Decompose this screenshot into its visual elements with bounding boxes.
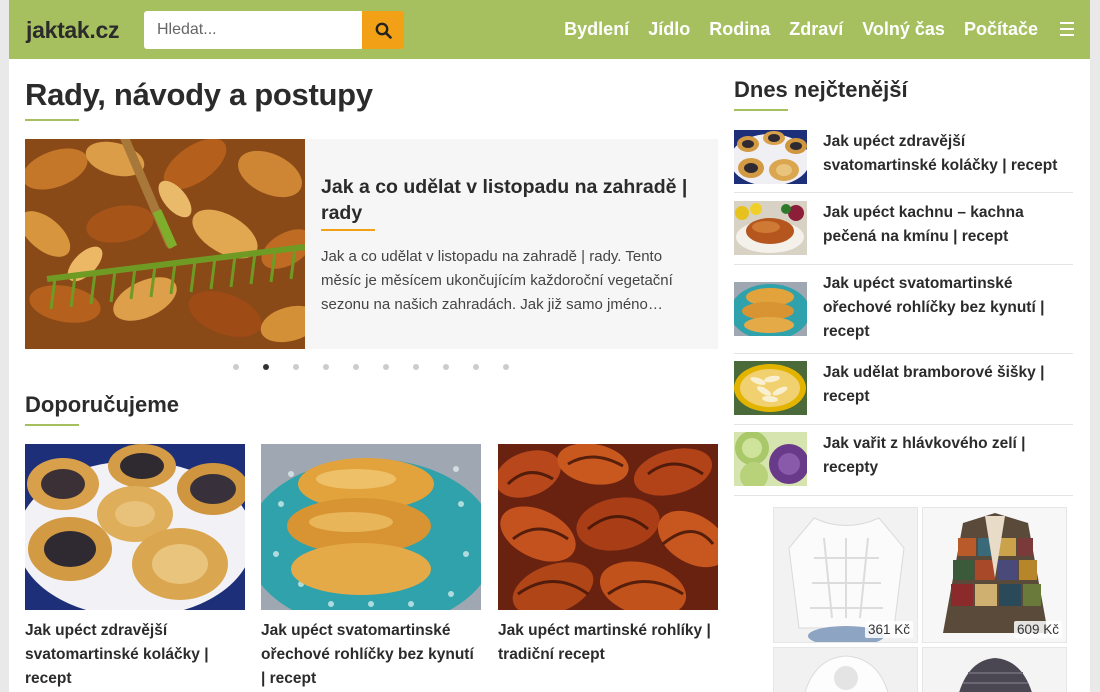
card-image[interactable] bbox=[498, 444, 718, 610]
sidebar-article-title[interactable]: Jak upéct svatomartinské ořechové rohlíč… bbox=[823, 272, 1068, 344]
sidebar-thumbnail[interactable] bbox=[734, 432, 807, 486]
ad-price: 361 Kč bbox=[864, 621, 913, 638]
sidebar-article[interactable]: Jak upéct kachnu – kachna pečená na kmín… bbox=[734, 201, 1073, 265]
main-nav: Bydlení Jídlo Rodina Zdraví Volný čas Po… bbox=[564, 0, 1038, 59]
top-bar: jaktak.cz Bydlení Jídlo Rodina Zdraví Vo… bbox=[9, 0, 1090, 59]
recommended-card[interactable]: Jak upéct zdravější svatomartinské koláč… bbox=[25, 444, 245, 691]
search-icon bbox=[375, 22, 392, 39]
nav-item-zdravi[interactable]: Zdraví bbox=[789, 19, 843, 40]
slider-dot[interactable] bbox=[503, 364, 509, 370]
site-logo[interactable]: jaktak.cz bbox=[26, 17, 120, 44]
nav-item-bydleni[interactable]: Bydlení bbox=[564, 19, 629, 40]
sidebar-article[interactable]: Jak udělat bramborové šišky | recept bbox=[734, 361, 1073, 425]
page-title: Rady, návody a postupy bbox=[25, 77, 373, 112]
sidebar-article-title[interactable]: Jak upéct zdravější svatomartinské koláč… bbox=[823, 130, 1068, 178]
sidebar-thumbnail[interactable] bbox=[734, 130, 807, 184]
slider-dot[interactable] bbox=[323, 364, 329, 370]
title-underline bbox=[25, 119, 79, 121]
slider-dot[interactable] bbox=[413, 364, 419, 370]
nav-item-rodina[interactable]: Rodina bbox=[709, 19, 770, 40]
slider-dot[interactable] bbox=[443, 364, 449, 370]
slider-dot[interactable] bbox=[473, 364, 479, 370]
hamburger-menu-icon[interactable] bbox=[1060, 22, 1074, 36]
card-image[interactable] bbox=[25, 444, 245, 610]
search-button[interactable] bbox=[362, 11, 404, 49]
sidebar-article-title[interactable]: Jak udělat bramborové šišky | recept bbox=[823, 361, 1068, 409]
sidebar-thumbnail[interactable] bbox=[734, 201, 807, 255]
recommended-card[interactable]: Jak upéct martinské rohlíky | tradiční r… bbox=[498, 444, 718, 667]
featured-excerpt: Jak a co udělat v listopadu na zahradě |… bbox=[321, 248, 673, 313]
sidebar-heading: Dnes nejčtenější bbox=[734, 77, 908, 102]
slider-dot[interactable] bbox=[353, 364, 359, 370]
card-title[interactable]: Jak upéct zdravější svatomartinské koláč… bbox=[25, 619, 245, 691]
sidebar-thumbnail[interactable] bbox=[734, 282, 807, 336]
ad-product[interactable] bbox=[922, 647, 1067, 692]
slider-dot[interactable] bbox=[293, 364, 299, 370]
recommended-card[interactable]: Jak upéct svatomartinské ořechové rohlíč… bbox=[261, 444, 481, 691]
sidebar-thumbnail[interactable] bbox=[734, 361, 807, 415]
recommended-underline bbox=[25, 424, 79, 426]
sidebar-article-title[interactable]: Jak vařit z hlávkového zelí | recepty bbox=[823, 432, 1068, 480]
nav-item-pocitace[interactable]: Počítače bbox=[964, 19, 1038, 40]
recommended-heading: Doporučujeme bbox=[25, 392, 180, 417]
card-image[interactable] bbox=[261, 444, 481, 610]
search-input[interactable] bbox=[144, 11, 362, 49]
sidebar-article-title[interactable]: Jak upéct kachnu – kachna pečená na kmín… bbox=[823, 201, 1068, 249]
nav-item-volny-cas[interactable]: Volný čas bbox=[862, 19, 945, 40]
sidebar-heading-underline bbox=[734, 109, 788, 111]
ad-product[interactable] bbox=[773, 647, 918, 692]
card-title[interactable]: Jak upéct martinské rohlíky | tradiční r… bbox=[498, 619, 718, 667]
sidebar-article[interactable]: Jak vařit z hlávkového zelí | recepty bbox=[734, 432, 1073, 496]
ad-product[interactable]: 609 Kč bbox=[922, 507, 1067, 643]
advertisement[interactable]: 361 Kč 609 Kč bbox=[764, 506, 1067, 692]
sidebar-article[interactable]: Jak upéct svatomartinské ořechové rohlíč… bbox=[734, 272, 1073, 354]
slider-dots bbox=[233, 364, 509, 370]
ad-product[interactable]: 361 Kč bbox=[773, 507, 918, 643]
sidebar-article[interactable]: Jak upéct zdravější svatomartinské koláč… bbox=[734, 130, 1073, 193]
featured-title-underline bbox=[321, 229, 375, 231]
featured-image[interactable] bbox=[25, 139, 305, 349]
featured-title[interactable]: Jak a co udělat v listopadu na zahradě |… bbox=[321, 174, 701, 226]
ad-price: 609 Kč bbox=[1013, 621, 1062, 638]
nav-item-jidlo[interactable]: Jídlo bbox=[648, 19, 690, 40]
slider-dot-active[interactable] bbox=[263, 364, 269, 370]
card-title[interactable]: Jak upéct svatomartinské ořechové rohlíč… bbox=[261, 619, 481, 691]
slider-dot[interactable] bbox=[233, 364, 239, 370]
page: jaktak.cz Bydlení Jídlo Rodina Zdraví Vo… bbox=[9, 0, 1090, 692]
slider-dot[interactable] bbox=[383, 364, 389, 370]
featured-slide[interactable]: Jak a co udělat v listopadu na zahradě |… bbox=[25, 139, 718, 349]
